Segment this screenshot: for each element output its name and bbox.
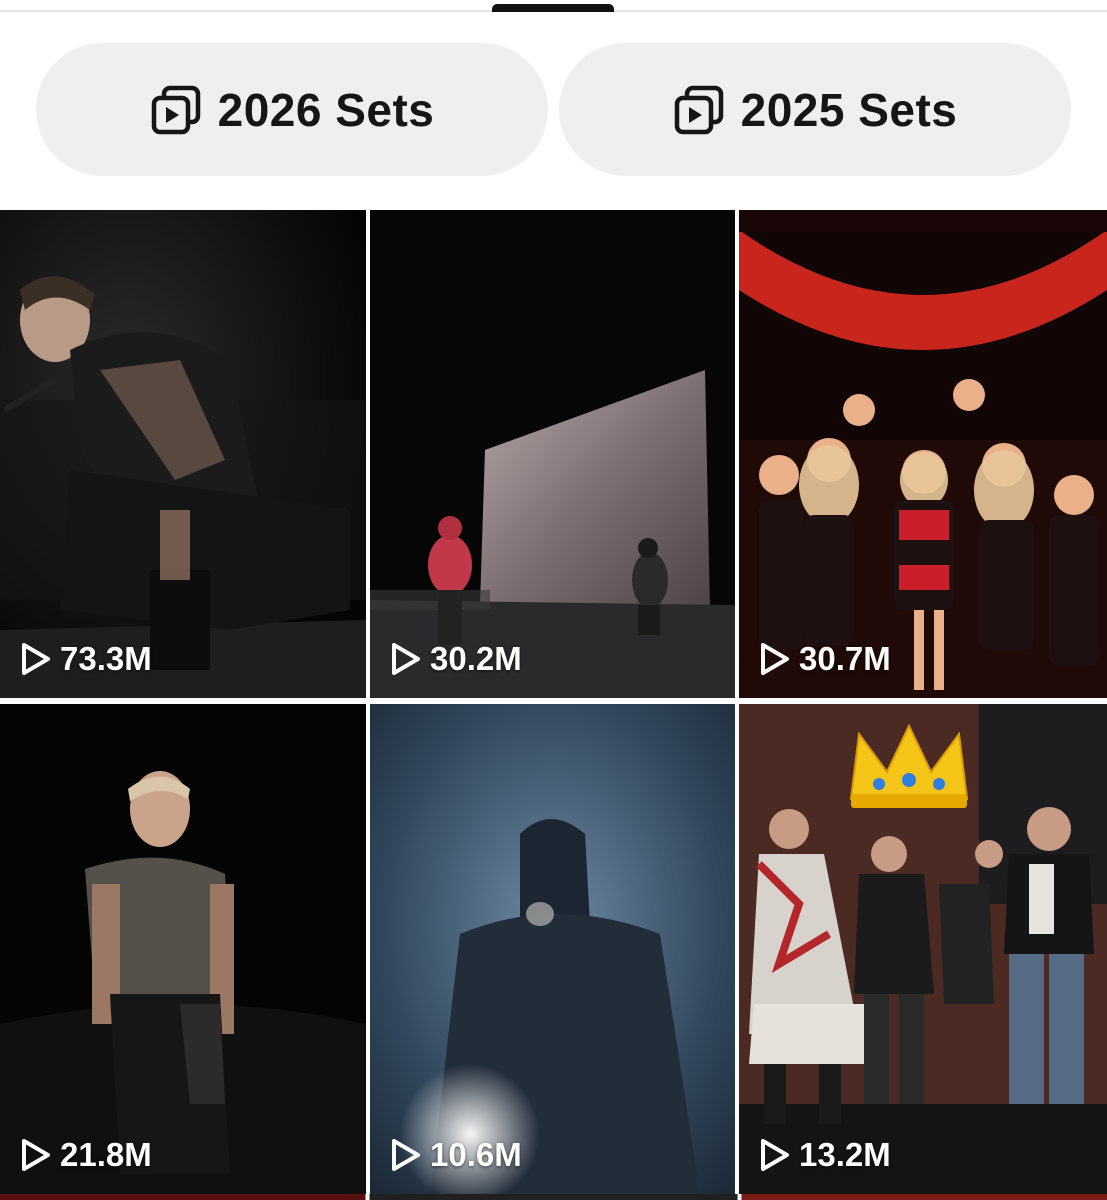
view-count: 21.8M: [20, 1136, 152, 1174]
view-count-label: 73.3M: [60, 640, 152, 677]
video-thumbnail[interactable]: 10.6M: [370, 704, 735, 1194]
view-count: 30.2M: [390, 640, 522, 678]
view-count-label: 13.2M: [799, 1136, 891, 1173]
view-count-label: 30.7M: [799, 640, 891, 677]
play-icon: [22, 1139, 50, 1171]
playlist-play-icon: [674, 85, 723, 134]
view-count: 13.2M: [759, 1136, 891, 1174]
play-icon: [761, 643, 789, 675]
sets-2026-button[interactable]: 2026 Sets: [36, 43, 548, 176]
video-thumbnail[interactable]: 21.8M: [0, 704, 366, 1194]
play-icon: [761, 1139, 789, 1171]
performer-image: [0, 704, 366, 1194]
next-row-preview: [0, 1194, 1107, 1200]
playlist-play-icon: [151, 85, 200, 134]
performer-image: [370, 210, 735, 698]
play-icon: [392, 643, 420, 675]
view-count-label: 21.8M: [60, 1136, 152, 1173]
play-icon: [392, 1139, 420, 1171]
sets-2025-label: 2025 Sets: [740, 83, 958, 136]
play-icon: [22, 643, 50, 675]
profile-sets-page: 2026 Sets 2025 Sets 73.3M 30.2M 30.7M 21…: [0, 0, 1107, 1200]
view-count: 30.7M: [759, 640, 891, 678]
drag-handle[interactable]: [492, 4, 614, 12]
video-thumbnail[interactable]: 30.7M: [739, 210, 1107, 698]
performer-image: [739, 704, 1107, 1194]
video-thumbnail[interactable]: 30.2M: [370, 210, 735, 698]
video-thumbnail[interactable]: 13.2M: [739, 704, 1107, 1194]
video-thumbnail[interactable]: 73.3M: [0, 210, 366, 698]
sets-2025-button[interactable]: 2025 Sets: [559, 43, 1071, 176]
view-count-label: 10.6M: [430, 1136, 522, 1173]
performer-image: [370, 704, 735, 1194]
view-count: 73.3M: [20, 640, 152, 678]
performer-image: [0, 210, 366, 698]
performer-image: [739, 210, 1107, 698]
sets-2026-label: 2026 Sets: [217, 83, 435, 136]
video-grid: 73.3M 30.2M 30.7M 21.8M 10.6M 13.2M: [0, 210, 1107, 1200]
view-count-label: 30.2M: [430, 640, 522, 677]
view-count: 10.6M: [390, 1136, 522, 1174]
